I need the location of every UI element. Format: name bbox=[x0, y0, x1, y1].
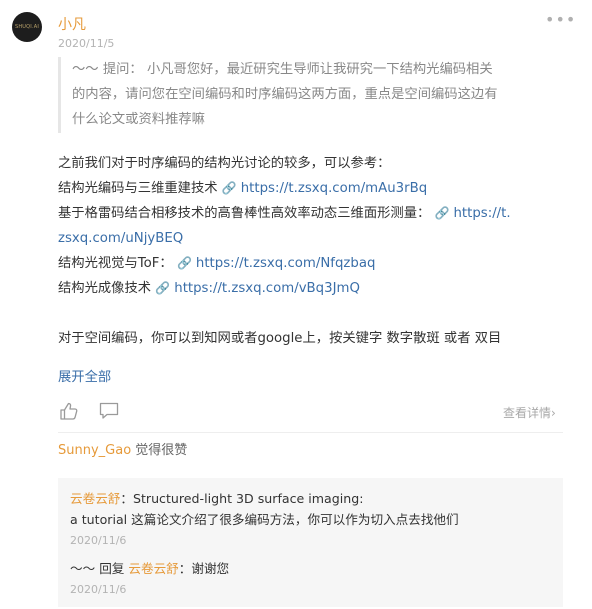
comments-panel: 云卷云舒：Structured-light 3D surface imaging… bbox=[58, 478, 563, 607]
quote-line: 什么论文或资料推荐嘛 bbox=[72, 112, 205, 127]
reference-link-continued[interactable]: zsxq.com/uNjyBEQ bbox=[58, 231, 183, 246]
author-name[interactable]: 小凡 bbox=[58, 14, 86, 34]
avatar[interactable]: SHUQI.AI bbox=[12, 12, 42, 42]
link-text[interactable]: https://t.zsxq.com/mAu3rBq bbox=[241, 181, 427, 196]
reference-label: 结构光编码与三维重建技术 bbox=[58, 181, 222, 196]
reply-text: ：谢谢您 bbox=[178, 561, 230, 576]
reference-link[interactable]: 🔗 https://t.zsxq.com/mAu3rBq bbox=[222, 181, 427, 196]
likers-text: 觉得很赞 bbox=[131, 443, 188, 458]
divider bbox=[58, 432, 563, 433]
link-icon: 🔗 bbox=[176, 256, 192, 270]
quote-line: ～～ 提问： 小凡哥您好，最近研究生导师让我研究一下结构光编码相关 bbox=[72, 62, 493, 77]
reference-item-wrap: zsxq.com/uNjyBEQ bbox=[58, 226, 568, 251]
reply-to-name[interactable]: 云卷云舒 bbox=[128, 561, 178, 576]
comment-line: 云卷云舒：Structured-light 3D surface imaging… bbox=[70, 488, 363, 510]
reference-item: 基于格雷码结合相移技术的高鲁棒性高效率动态三维面形测量： 🔗 https://t. bbox=[58, 201, 568, 226]
view-details-label[interactable]: 查看详情 bbox=[503, 406, 551, 420]
reference-label: 基于格雷码结合相移技术的高鲁棒性高效率动态三维面形测量： bbox=[58, 206, 435, 221]
more-horizontal-icon[interactable]: ••• bbox=[545, 10, 576, 29]
link-icon: 🔗 bbox=[221, 181, 237, 195]
reference-item: 结构光编码与三维重建技术 🔗 https://t.zsxq.com/mAu3rBq bbox=[58, 176, 568, 201]
reply-date: 2020/11/6 bbox=[70, 583, 127, 596]
chevron-right-icon: › bbox=[551, 406, 556, 420]
post-date: 2020/11/5 bbox=[58, 37, 115, 50]
reply-line: ～～ 回复 云卷云舒：谢谢您 bbox=[70, 558, 229, 580]
answer-intro: 之前我们对于时序编码的结构光讨论的较多，可以参考： bbox=[58, 156, 391, 171]
comment-line: a tutorial 这篇论文介绍了很多编码方法，你可以作为切入点去找他们 bbox=[70, 512, 459, 527]
answer-body: 之前我们对于时序编码的结构光讨论的较多，可以参考： 结构光编码与三维重建技术 🔗… bbox=[58, 151, 568, 351]
thumbs-up-icon[interactable] bbox=[59, 401, 79, 421]
reference-link[interactable]: 🔗 https://t.zsxq.com/vBq3JmQ bbox=[155, 281, 360, 296]
link-text[interactable]: https://t.zsxq.com/vBq3JmQ bbox=[174, 281, 360, 296]
expand-all-link[interactable]: 展开全部 bbox=[58, 366, 111, 385]
quote-line: 的内容，请问您在空间编码和时序编码这两方面，重点是空间编码这边有 bbox=[72, 87, 498, 102]
reference-link[interactable]: 🔗 https://t. bbox=[435, 206, 511, 221]
link-text[interactable]: https://t.zsxq.com/Nfqzbaq bbox=[196, 256, 376, 271]
link-icon: 🔗 bbox=[155, 281, 171, 295]
reply-prefix: ～～ 回复 bbox=[70, 561, 129, 576]
link-icon: 🔗 bbox=[434, 206, 450, 220]
link-text[interactable]: https://t. bbox=[454, 206, 511, 221]
reference-link[interactable]: 🔗 https://t.zsxq.com/Nfqzbaq bbox=[177, 256, 375, 271]
reference-label: 结构光视觉与ToF： bbox=[58, 256, 177, 271]
comment-icon[interactable] bbox=[99, 402, 119, 420]
view-details-link[interactable]: 查看详情› bbox=[503, 404, 556, 421]
reference-item: 结构光成像技术 🔗 https://t.zsxq.com/vBq3JmQ bbox=[58, 276, 568, 301]
spatial-coding-line: 对于空间编码，你可以到知网或者google上，按关键字 数字散斑 或者 双目 bbox=[58, 331, 502, 346]
commenter-name[interactable]: 云卷云舒 bbox=[70, 491, 120, 506]
comment-text: ：Structured-light 3D surface imaging: bbox=[120, 491, 364, 506]
liker-name[interactable]: Sunny_Gao bbox=[58, 443, 131, 458]
likers-row: Sunny_Gao 觉得很赞 bbox=[58, 439, 187, 458]
reference-item: 结构光视觉与ToF： 🔗 https://t.zsxq.com/Nfqzbaq bbox=[58, 251, 568, 276]
comment-date: 2020/11/6 bbox=[70, 534, 127, 547]
reference-label: 结构光成像技术 bbox=[58, 281, 156, 296]
question-quote: ～～ 提问： 小凡哥您好，最近研究生导师让我研究一下结构光编码相关 的内容，请问… bbox=[58, 57, 563, 133]
